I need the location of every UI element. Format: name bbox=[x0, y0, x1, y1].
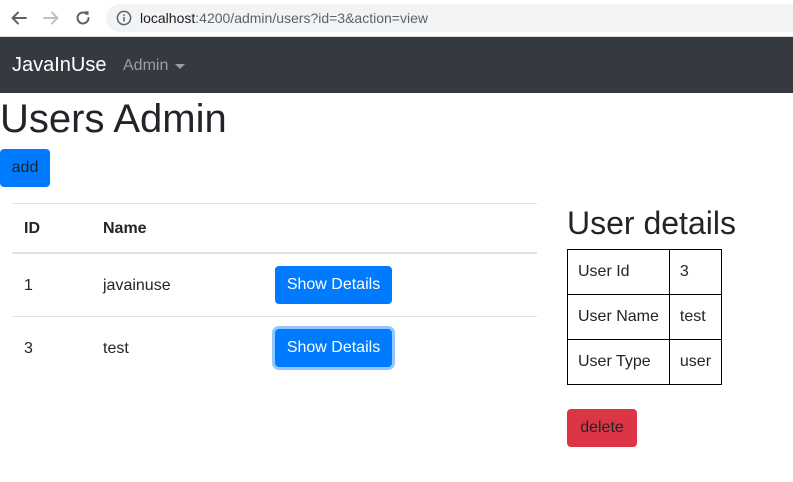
show-details-button[interactable]: Show Details bbox=[275, 266, 392, 304]
url-path: :4200/admin/users?id=3&action=view bbox=[195, 10, 428, 26]
browser-toolbar: localhost:4200/admin/users?id=3&action=v… bbox=[0, 0, 793, 37]
user-id-cell: 3 bbox=[24, 339, 33, 357]
admin-dropdown[interactable]: Admin bbox=[123, 57, 186, 75]
detail-value: 3 bbox=[668, 249, 723, 295]
column-header-id: ID bbox=[24, 220, 40, 237]
url-text: localhost:4200/admin/users?id=3&action=v… bbox=[140, 10, 428, 26]
show-details-button[interactable]: Show Details bbox=[275, 329, 392, 367]
forward-arrow-icon[interactable] bbox=[40, 7, 62, 29]
column-header-name: Name bbox=[103, 220, 147, 237]
delete-button[interactable]: delete bbox=[567, 409, 637, 447]
top-navbar: JavaInUse Admin bbox=[0, 37, 793, 93]
table-row: User Id 3 bbox=[567, 249, 723, 295]
navbar-brand[interactable]: JavaInUse bbox=[12, 54, 107, 77]
table-row: User Name test bbox=[567, 294, 723, 340]
user-id-cell: 1 bbox=[24, 276, 33, 294]
detail-label: User Name bbox=[567, 294, 670, 340]
page-title: Users Admin bbox=[0, 97, 227, 141]
detail-label: User Id bbox=[567, 249, 670, 295]
address-bar[interactable]: localhost:4200/admin/users?id=3&action=v… bbox=[106, 4, 793, 32]
admin-dropdown-label: Admin bbox=[123, 57, 169, 74]
add-button[interactable]: add bbox=[0, 149, 50, 187]
url-host: localhost bbox=[140, 10, 196, 26]
table-row: User Type user bbox=[567, 339, 723, 385]
users-table-header: ID Name bbox=[12, 203, 537, 253]
caret-down-icon bbox=[175, 63, 186, 69]
detail-value: user bbox=[668, 339, 723, 385]
back-arrow-icon[interactable] bbox=[8, 7, 30, 29]
user-details-table: User Id 3 User Name test User Type user bbox=[567, 249, 723, 385]
user-name-cell: javainuse bbox=[103, 276, 171, 294]
reload-icon[interactable] bbox=[72, 7, 94, 29]
detail-value: test bbox=[668, 294, 723, 340]
details-title: User details bbox=[567, 205, 736, 241]
info-icon[interactable] bbox=[116, 10, 132, 31]
user-name-cell: test bbox=[103, 339, 129, 357]
detail-label: User Type bbox=[567, 339, 670, 385]
